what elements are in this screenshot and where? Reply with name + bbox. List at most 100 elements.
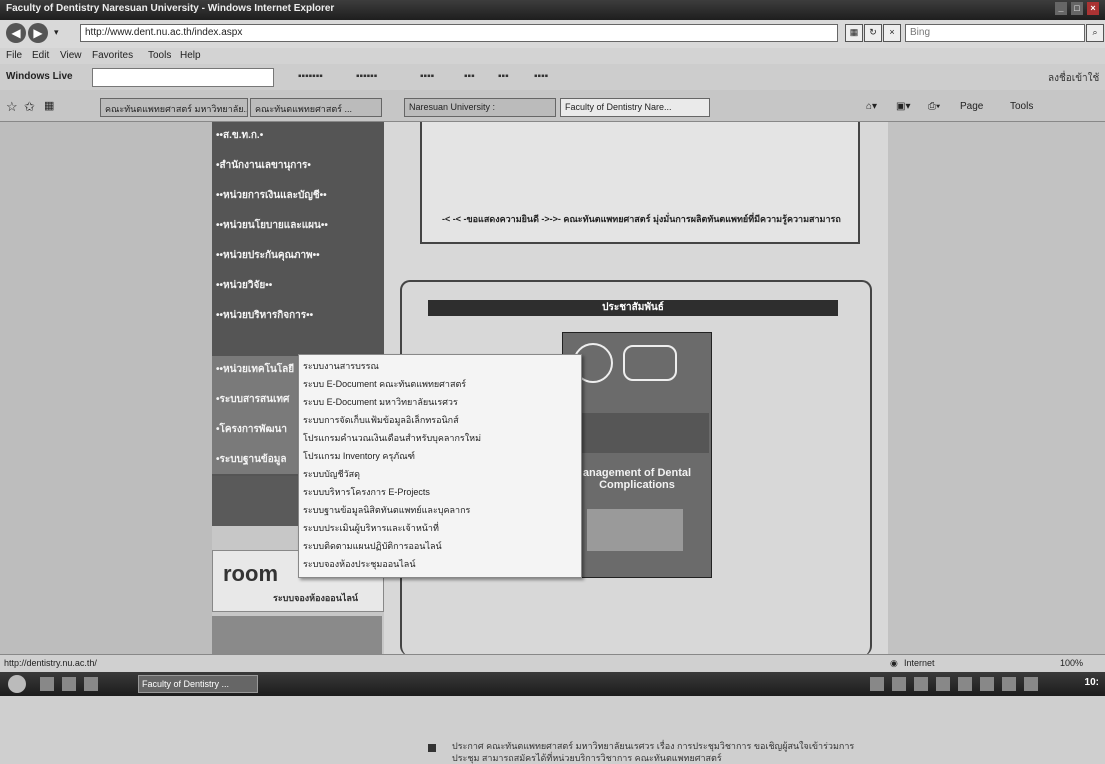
toolbar-link-3[interactable]: ▪▪▪▪ — [420, 71, 434, 82]
dropdown-item-10[interactable]: ระบบประเมินผู้บริหารและเจ้าหน้าที่ — [303, 521, 439, 535]
tab-3[interactable]: Naresuan University : — [404, 98, 556, 117]
refresh-icon[interactable]: ↻ — [864, 24, 882, 42]
status-url: http://dentistry.nu.ac.th/ — [4, 658, 97, 668]
sidebar-item-6[interactable]: ••หน่วยวิจัย•• — [216, 278, 272, 293]
taskbar: Faculty of Dentistry ... 10: — [0, 672, 1105, 696]
start-button[interactable] — [8, 675, 26, 693]
taskbar-item-ie[interactable]: Faculty of Dentistry ... — [138, 675, 258, 693]
address-input[interactable]: http://www.dent.nu.ac.th/index.aspx — [80, 24, 838, 42]
ie-quicklaunch-icon[interactable] — [62, 677, 76, 691]
tray-icon-2[interactable] — [892, 677, 906, 691]
print-icon[interactable]: ⎙▾ — [928, 101, 940, 112]
tray-icon-8[interactable] — [1024, 677, 1038, 691]
sidebar-banner-1[interactable] — [212, 476, 300, 526]
recent-pages-icon[interactable]: ▾ — [54, 27, 59, 38]
sidebar-item-8[interactable]: ••หน่วยเทคโนโลยี — [216, 362, 294, 377]
globe-icon: ◉ — [890, 658, 898, 668]
tray-icon-1[interactable] — [870, 677, 884, 691]
close-button[interactable]: × — [1087, 2, 1099, 15]
tray-icon-3[interactable] — [914, 677, 928, 691]
dropdown-item-9[interactable]: ระบบฐานข้อมูลนิสิตทันตแพทย์และบุคลากร — [303, 503, 470, 517]
dropdown-item-3[interactable]: ระบบ E-Document มหาวิทยาลัยนเรศวร — [303, 395, 458, 409]
quick-tabs-icon[interactable]: ▦ — [44, 99, 54, 112]
show-desktop-icon[interactable] — [40, 677, 54, 691]
event-poster[interactable]: anagement of Dental Complications — [562, 332, 712, 578]
dropdown-item-12[interactable]: ระบบจองห้องประชุมออนไลน์ — [303, 557, 415, 571]
search-icon[interactable]: ⌕ — [1086, 24, 1104, 42]
dropdown-item-5[interactable]: โปรแกรมคำนวณเงินเดือนสำหรับบุคลากรใหม่ — [303, 431, 481, 445]
sign-in-link[interactable]: ลงชื่อเข้าใช้ — [1048, 71, 1099, 86]
feeds-icon[interactable]: ▣▾ — [896, 101, 910, 112]
right-background — [888, 122, 1105, 654]
address-toolbar: ◀ ▶ ▾ http://www.dent.nu.ac.th/index.asp… — [0, 20, 1105, 48]
tab-4-active[interactable]: Faculty of Dentistry Nare... — [560, 98, 710, 117]
dropdown-item-2[interactable]: ระบบ E-Document คณะทันตแพทยศาสตร์ — [303, 377, 466, 391]
toolbar-link-1[interactable]: ▪▪▪▪▪▪▪ — [298, 71, 323, 82]
poster-title: anagement of Dental Complications — [582, 467, 692, 491]
sidebar-item-2[interactable]: •สำนักงานเลขานุการ• — [216, 158, 311, 173]
compat-view-icon[interactable]: ▦ — [845, 24, 863, 42]
menu-favorites[interactable]: Favorites — [92, 50, 133, 61]
dropdown-item-6[interactable]: โปรแกรม Inventory ครุภัณฑ์ — [303, 449, 415, 463]
stop-icon[interactable]: × — [883, 24, 901, 42]
tray-icon-7[interactable] — [1002, 677, 1016, 691]
sidebar-item-11[interactable]: •ระบบฐานข้อมูล — [216, 452, 286, 467]
home-icon[interactable]: ⌂▾ — [866, 101, 877, 112]
sidebar-banner-3[interactable] — [212, 616, 382, 654]
marquee-text[interactable]: -< -< -ขอแสดงความยินดี ->->- คณะทันตแพทย… — [442, 212, 841, 226]
tools-menu[interactable]: Tools — [1010, 101, 1033, 112]
dropdown-item-8[interactable]: ระบบบริหารโครงการ E-Projects — [303, 485, 430, 499]
dropdown-item-11[interactable]: ระบบติดตามแผนปฏิบัติการออนไลน์ — [303, 539, 442, 553]
window-title: Faculty of Dentistry Naresuan University… — [6, 3, 335, 14]
sidebar-highlight: ••หน่วยเทคโนโลยี •ระบบสารสนเทศ •โครงการพ… — [212, 356, 300, 474]
menu-tools[interactable]: Tools — [148, 50, 171, 61]
submenu-dropdown: ระบบงานสารบรรณ ระบบ E-Document คณะทันตแพ… — [298, 354, 582, 578]
tray-icon-5[interactable] — [958, 677, 972, 691]
windows-live-link[interactable]: Windows Live — [6, 71, 73, 82]
toolbar-link-6[interactable]: ▪▪▪▪ — [534, 71, 548, 82]
dropdown-item-4[interactable]: ระบบการจัดเก็บแฟ้มข้อมูลอิเล็กทรอนิกส์ — [303, 413, 459, 427]
sidebar-item-10[interactable]: •โครงการพัฒนา — [216, 422, 287, 437]
back-button[interactable]: ◀ — [6, 23, 26, 43]
page-menu[interactable]: Page — [960, 101, 983, 112]
sidebar-item-4[interactable]: ••หน่วยนโยบายและแผน•• — [216, 218, 328, 233]
menu-view[interactable]: View — [60, 50, 82, 61]
tab-2[interactable]: คณะทันตแพทยศาสตร์ ... — [250, 98, 382, 117]
dropdown-item-1[interactable]: ระบบงานสารบรรณ — [303, 359, 379, 373]
favorites-star-icon[interactable]: ☆ — [6, 99, 18, 115]
tray-icon-6[interactable] — [980, 677, 994, 691]
status-bar: http://dentistry.nu.ac.th/ ◉ Internet 10… — [0, 654, 1105, 672]
sidebar-item-5[interactable]: ••หน่วยประกันคุณภาพ•• — [216, 248, 320, 263]
toolbar-link-5[interactable]: ▪▪▪ — [498, 71, 509, 82]
menu-help[interactable]: Help — [180, 50, 201, 61]
room-banner-title: room — [223, 561, 278, 586]
announcement-box: -< -< -ขอแสดงความยินดี ->->- คณะทันตแพทย… — [420, 122, 860, 244]
menu-edit[interactable]: Edit — [32, 50, 49, 61]
menu-file[interactable]: File — [6, 50, 22, 61]
security-zone: Internet — [904, 658, 935, 668]
clock: 10: — [1084, 677, 1099, 688]
minimize-button[interactable]: _ — [1055, 2, 1067, 15]
tab-1[interactable]: คณะทันตแพทยศาสตร์ มหาวิทยาลัย... — [100, 98, 248, 117]
media-quicklaunch-icon[interactable] — [84, 677, 98, 691]
sidebar-item-1[interactable]: ••ส.ข.ท.ก.• — [216, 128, 263, 143]
poster-image — [587, 509, 683, 551]
sidebar-item-7[interactable]: ••หน่วยบริหารกิจการ•• — [216, 308, 313, 323]
news-text[interactable]: ประกาศ คณะทันตแพทยศาสตร์ มหาวิทยาลัยนเรศ… — [452, 740, 862, 764]
tray-icon-4[interactable] — [936, 677, 950, 691]
event-logo-icon — [623, 345, 677, 381]
toolbar-link-2[interactable]: ▪▪▪▪▪▪ — [356, 71, 377, 82]
search-input[interactable]: Bing — [905, 24, 1085, 42]
toolbar-link-4[interactable]: ▪▪▪ — [464, 71, 475, 82]
window-title-bar: Faculty of Dentistry Naresuan University… — [0, 0, 1105, 20]
dropdown-item-7[interactable]: ระบบบัญชีวัสดุ — [303, 467, 360, 481]
tab-bar: ☆ ✩ ▦ คณะทันตแพทยศาสตร์ มหาวิทยาลัย... ค… — [0, 90, 1105, 122]
zoom-level[interactable]: 100% — [1060, 658, 1083, 668]
maximize-button[interactable]: □ — [1071, 2, 1083, 15]
publicity-header: ประชาสัมพันธ์ — [428, 300, 838, 316]
live-search-input[interactable] — [92, 68, 274, 87]
sidebar-item-9[interactable]: •ระบบสารสนเทศ — [216, 392, 289, 407]
add-favorites-icon[interactable]: ✩ — [24, 99, 35, 115]
sidebar-item-3[interactable]: ••หน่วยการเงินและบัญชี•• — [216, 188, 327, 203]
forward-button[interactable]: ▶ — [28, 23, 48, 43]
